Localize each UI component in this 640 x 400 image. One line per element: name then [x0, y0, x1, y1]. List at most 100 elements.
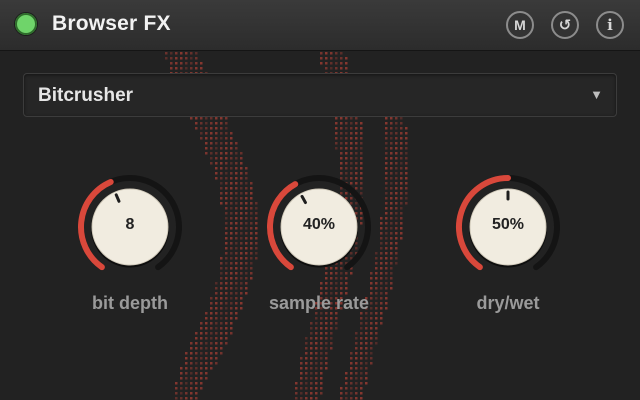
bg-dot: [360, 157, 363, 160]
bg-dot: [235, 212, 238, 215]
bg-dot: [220, 332, 223, 335]
bg-dot: [180, 372, 183, 375]
bg-dot: [190, 67, 193, 70]
bg-dot: [240, 152, 243, 155]
bg-dot: [390, 252, 393, 255]
bg-dot: [195, 372, 198, 375]
bg-dot: [380, 252, 383, 255]
bg-dot: [345, 382, 348, 385]
power-toggle[interactable]: [15, 13, 37, 35]
midi-button[interactable]: M: [506, 11, 534, 39]
bg-dot: [395, 247, 398, 250]
bg-dot: [200, 132, 203, 135]
bg-dot: [195, 377, 198, 380]
bg-dot: [385, 272, 388, 275]
bg-dot: [215, 162, 218, 165]
bg-dot: [340, 132, 343, 135]
plugin-window: Browser FX M ↺ i Bitcrusher ▼ 8 bit dept…: [0, 0, 640, 400]
bg-dot: [310, 362, 313, 365]
bg-dot: [230, 212, 233, 215]
bg-dot: [200, 367, 203, 370]
bg-dot: [315, 337, 318, 340]
bg-dot: [220, 137, 223, 140]
bg-dot: [405, 182, 408, 185]
bg-dot: [235, 222, 238, 225]
bg-dot: [175, 57, 178, 60]
bg-dot: [200, 122, 203, 125]
reset-button[interactable]: ↺: [551, 11, 579, 39]
bg-dot: [405, 172, 408, 175]
bg-dot: [240, 217, 243, 220]
bg-dot: [390, 222, 393, 225]
bg-dot: [210, 357, 213, 360]
bg-dot: [250, 197, 253, 200]
bg-dot: [185, 67, 188, 70]
bg-dot: [240, 202, 243, 205]
bg-dot: [255, 257, 258, 260]
bg-dot: [255, 212, 258, 215]
bg-dot: [220, 282, 223, 285]
bg-dot: [235, 192, 238, 195]
bg-dot: [390, 192, 393, 195]
bit-depth-knob[interactable]: 8: [75, 172, 185, 282]
bg-dot: [365, 342, 368, 345]
bg-dot: [235, 312, 238, 315]
bg-dot: [320, 62, 323, 65]
knob-label: bit depth: [92, 293, 168, 313]
bg-dot: [330, 337, 333, 340]
bg-dot: [335, 117, 338, 120]
bg-dot: [360, 377, 363, 380]
bg-dot: [310, 337, 313, 340]
bg-dot: [205, 372, 208, 375]
bg-dot: [245, 247, 248, 250]
bg-dot: [390, 177, 393, 180]
bg-dot: [220, 347, 223, 350]
bg-dot: [350, 167, 353, 170]
dry-wet-knob[interactable]: 50%: [453, 172, 563, 282]
bg-dot: [165, 57, 168, 60]
bg-dot: [370, 332, 373, 335]
bg-dot: [225, 247, 228, 250]
bg-dot: [390, 142, 393, 145]
bg-dot: [225, 287, 228, 290]
bg-dot: [390, 167, 393, 170]
bg-dot: [215, 282, 218, 285]
bg-dot: [230, 297, 233, 300]
bg-dot: [200, 67, 203, 70]
bg-dot: [225, 257, 228, 260]
bg-dot: [200, 137, 203, 140]
bg-dot: [355, 357, 358, 360]
bg-dot: [255, 207, 258, 210]
bg-dot: [345, 147, 348, 150]
bg-dot: [245, 192, 248, 195]
bg-dot: [385, 167, 388, 170]
bg-dot: [385, 137, 388, 140]
bg-dot: [360, 397, 363, 400]
bg-dot: [350, 157, 353, 160]
bg-dot: [255, 227, 258, 230]
bg-dot: [220, 277, 223, 280]
sample-rate-knob[interactable]: 40%: [264, 172, 374, 282]
info-button[interactable]: i: [596, 11, 624, 39]
bg-dot: [195, 57, 198, 60]
bg-dot: [405, 142, 408, 145]
bg-dot: [250, 277, 253, 280]
bg-dot: [395, 127, 398, 130]
bg-dot: [315, 367, 318, 370]
bg-dot: [235, 152, 238, 155]
bg-dot: [175, 52, 178, 55]
bg-dot: [230, 152, 233, 155]
bg-dot: [400, 177, 403, 180]
bg-dot: [170, 62, 173, 65]
bg-dot: [230, 192, 233, 195]
bg-dot: [350, 372, 353, 375]
bg-dot: [185, 357, 188, 360]
bg-dot: [225, 242, 228, 245]
bg-dot: [230, 247, 233, 250]
bg-dot: [250, 212, 253, 215]
bg-dot: [335, 287, 338, 290]
preset-dropdown[interactable]: Bitcrusher ▼: [23, 73, 617, 117]
bg-dot: [390, 277, 393, 280]
bg-dot: [245, 282, 248, 285]
bg-dot: [245, 232, 248, 235]
